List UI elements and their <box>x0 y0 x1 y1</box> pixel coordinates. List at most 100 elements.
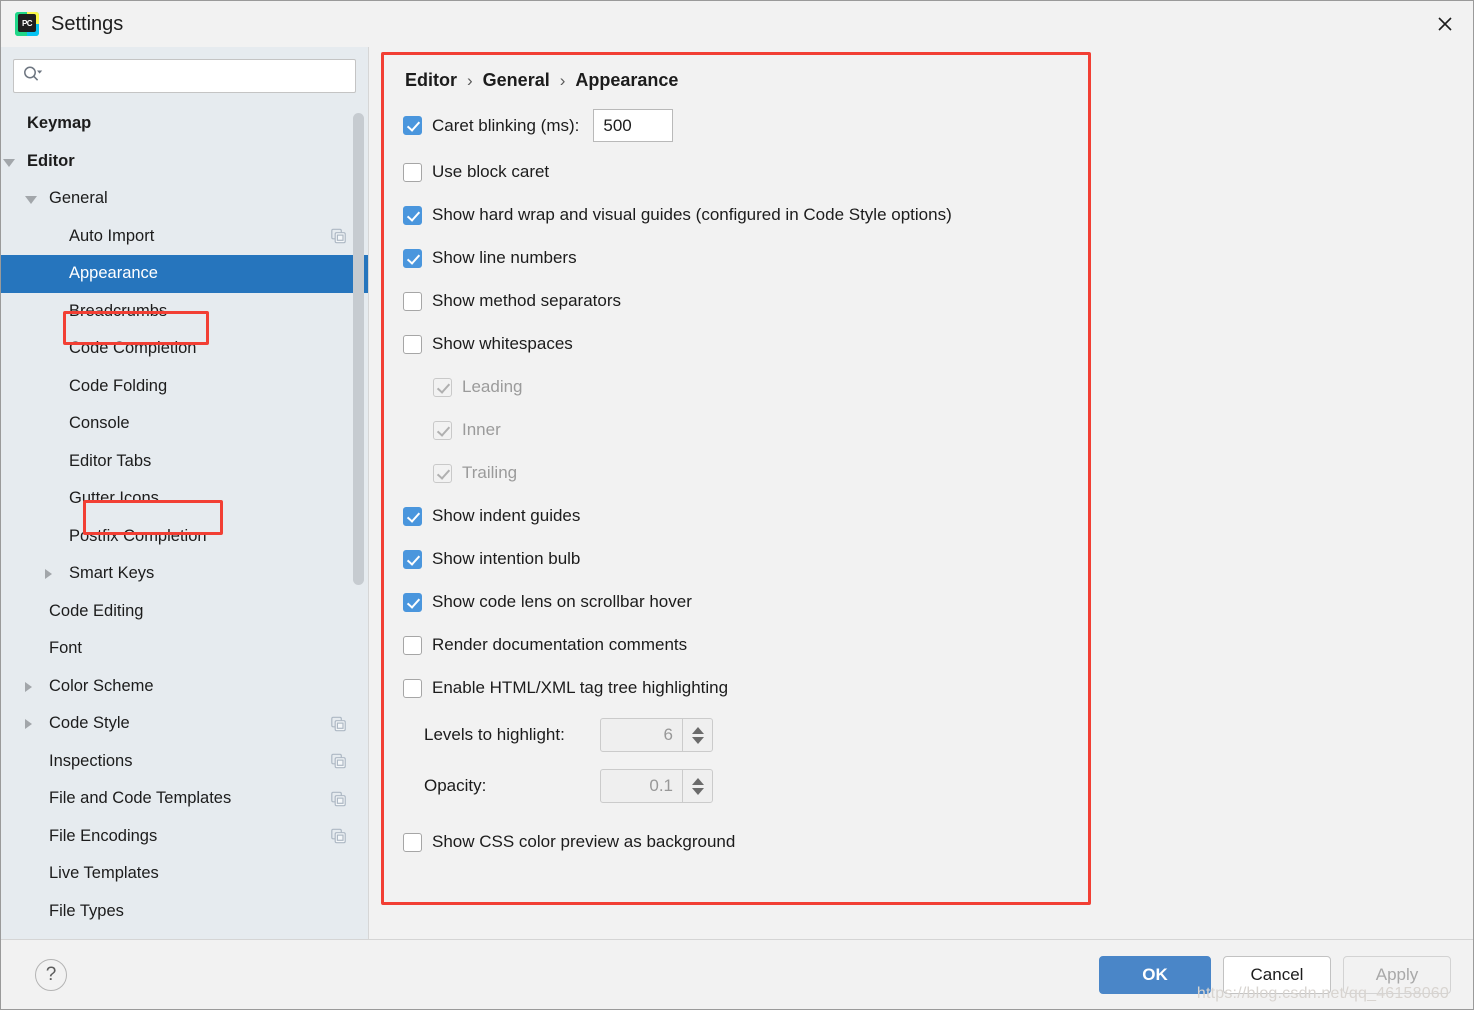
search-container <box>1 47 368 103</box>
sidebar-item-gutter-icons[interactable]: Gutter Icons <box>1 480 368 518</box>
sidebar-scrollbar-thumb[interactable] <box>353 113 364 585</box>
checkbox-caret-blinking[interactable] <box>403 116 422 135</box>
spinner-levels-to-highlight: 6 <box>600 718 713 752</box>
sidebar-item-label: Gutter Icons <box>69 489 159 508</box>
option-row-show-whitespaces[interactable]: Show whitespaces <box>403 331 1069 357</box>
spinner-fields: Levels to highlight: 6 Opacity: 0.1 <box>403 718 1069 803</box>
chevron-right-icon[interactable] <box>25 681 32 692</box>
sidebar-item-color-scheme[interactable]: Color Scheme <box>1 668 368 706</box>
option-row-show-hard-wrap[interactable]: Show hard wrap and visual guides (config… <box>403 202 1069 228</box>
sidebar-item-file-and-code-templates[interactable]: File and Code Templates <box>1 780 368 818</box>
sidebar-item-label: Keymap <box>27 114 92 133</box>
label-whitespace-inner: Inner <box>462 420 501 439</box>
sidebar-item-label: Smart Keys <box>69 564 155 583</box>
sidebar-item-label: Editor <box>27 151 75 170</box>
sidebar-item-code-editing[interactable]: Code Editing <box>1 593 368 631</box>
sidebar-item-inspections[interactable]: Inspections <box>1 743 368 781</box>
option-row-render-doc-comments[interactable]: Render documentation comments <box>403 632 1069 658</box>
sidebar-item-label: Editor Tabs <box>69 451 152 470</box>
ok-button[interactable]: OK <box>1099 955 1211 994</box>
copy-settings-icon <box>331 228 346 244</box>
breadcrumb-leaf: Appearance <box>575 70 679 90</box>
sidebar-item-breadcrumbs[interactable]: Breadcrumbs <box>1 293 368 331</box>
label-show-hard-wrap: Show hard wrap and visual guides (config… <box>432 205 952 224</box>
option-row-caret-blinking[interactable]: Caret blinking (ms): 500 <box>403 109 1069 142</box>
checkbox-show-indent-guides[interactable] <box>403 506 422 526</box>
sidebar-item-code-folding[interactable]: Code Folding <box>1 368 368 406</box>
help-icon[interactable]: ? <box>35 958 67 991</box>
option-row-show-css-color-preview[interactable]: Show CSS color preview as background <box>403 829 1069 855</box>
breadcrumb-separator-icon: › <box>467 70 473 90</box>
sidebar-item-file-encodings[interactable]: File Encodings <box>1 818 368 856</box>
search-input[interactable] <box>13 59 356 93</box>
breadcrumb-root[interactable]: Editor <box>405 70 457 91</box>
spinner-value-opacity: 0.1 <box>649 776 673 795</box>
checkbox-show-line-numbers[interactable] <box>403 248 422 268</box>
sidebar-item-keymap[interactable]: Keymap <box>1 105 368 143</box>
sidebar-item-label: Font <box>49 639 83 658</box>
spinner-row-levels-to-highlight: Levels to highlight: 6 <box>424 718 1069 752</box>
label-opacity: Opacity: <box>424 776 487 795</box>
pycharm-logo-icon: PC <box>15 12 39 36</box>
option-row-show-indent-guides[interactable]: Show indent guides <box>403 503 1069 529</box>
sidebar-item-editor[interactable]: Editor <box>1 143 368 181</box>
sidebar-item-appearance[interactable]: Appearance <box>1 255 368 293</box>
sidebar-item-file-types[interactable]: File Types <box>1 893 368 931</box>
sidebar-item-editor-tabs[interactable]: Editor Tabs <box>1 443 368 481</box>
chevron-down-icon[interactable] <box>25 196 37 204</box>
checkbox-show-intention-bulb[interactable] <box>403 549 422 569</box>
settings-tree[interactable]: Keymap Editor General Auto Import Appearance… <box>1 105 368 939</box>
sidebar-item-auto-import[interactable]: Auto Import <box>1 218 368 256</box>
label-render-doc-comments: Render documentation comments <box>432 635 688 654</box>
sidebar-item-label: Appearance <box>69 264 158 283</box>
chevron-right-icon[interactable] <box>25 719 32 729</box>
label-show-intention-bulb: Show intention bulb <box>432 549 581 568</box>
sidebar-item-label: Inspections <box>49 751 133 770</box>
sidebar-item-postfix-completion[interactable]: Postfix Completion <box>1 518 368 556</box>
spinner-value-levels-to-highlight: 6 <box>663 725 673 744</box>
checkbox-show-whitespaces[interactable] <box>403 334 422 354</box>
option-row-show-method-separators[interactable]: Show method separators <box>403 288 1069 314</box>
title-bar: PC Settings <box>1 1 1473 47</box>
sidebar-item-label: Breadcrumbs <box>69 301 168 320</box>
copy-settings-icon <box>331 791 346 807</box>
copy-settings-icon <box>331 828 346 844</box>
sidebar-item-console[interactable]: Console <box>1 405 368 443</box>
option-row-enable-tag-tree[interactable]: Enable HTML/XML tag tree highlighting <box>403 675 1069 701</box>
checkbox-use-block-caret[interactable] <box>403 162 422 182</box>
spinner-up-icon <box>691 777 704 785</box>
sidebar-item-general[interactable]: General <box>1 180 368 218</box>
checkbox-show-hard-wrap[interactable] <box>403 205 422 225</box>
chevron-right-icon[interactable] <box>45 569 52 579</box>
checkbox-show-code-lens[interactable] <box>403 592 422 612</box>
breadcrumb-separator-icon: › <box>559 70 566 90</box>
sidebar-item-live-templates[interactable]: Live Templates <box>1 855 368 893</box>
checkbox-show-method-separators[interactable] <box>403 291 422 311</box>
checkbox-enable-tag-tree[interactable] <box>403 678 422 698</box>
logo-text: PC <box>18 14 36 32</box>
option-row-show-line-numbers[interactable]: Show line numbers <box>403 245 1069 271</box>
spinner-row-opacity: Opacity: 0.1 <box>424 769 1069 803</box>
label-show-indent-guides: Show indent guides <box>432 506 581 525</box>
option-row-show-intention-bulb[interactable]: Show intention bulb <box>403 546 1069 572</box>
chevron-down-icon[interactable] <box>3 158 15 167</box>
option-row-use-block-caret[interactable]: Use block caret <box>403 159 1069 185</box>
option-row-show-code-lens[interactable]: Show code lens on scrollbar hover <box>403 589 1069 615</box>
close-icon[interactable] <box>1417 1 1473 47</box>
spinner-up-icon <box>691 726 704 734</box>
sidebar-item-code-style[interactable]: Code Style <box>1 705 368 743</box>
sidebar-item-smart-keys[interactable]: Smart Keys <box>1 555 368 593</box>
settings-main-panel: Editor › General › Appearance Caret blin… <box>369 47 1473 939</box>
label-show-code-lens: Show code lens on scrollbar hover <box>432 592 692 611</box>
spinner-down-icon <box>691 787 704 795</box>
label-show-css-color-preview: Show CSS color preview as background <box>432 832 736 851</box>
sidebar-item-font[interactable]: Font <box>1 630 368 668</box>
sidebar-item-code-completion[interactable]: Code Completion <box>1 330 368 368</box>
settings-sidebar: Keymap Editor General Auto Import Appearance… <box>1 47 369 939</box>
sidebar-scrollbar[interactable] <box>353 113 364 923</box>
breadcrumb-middle[interactable]: General <box>483 70 550 91</box>
checkbox-render-doc-comments[interactable] <box>403 635 422 655</box>
checkbox-show-css-color-preview[interactable] <box>403 832 422 852</box>
label-whitespace-trailing: Trailing <box>462 463 518 482</box>
input-caret-blinking[interactable]: 500 <box>593 109 674 142</box>
